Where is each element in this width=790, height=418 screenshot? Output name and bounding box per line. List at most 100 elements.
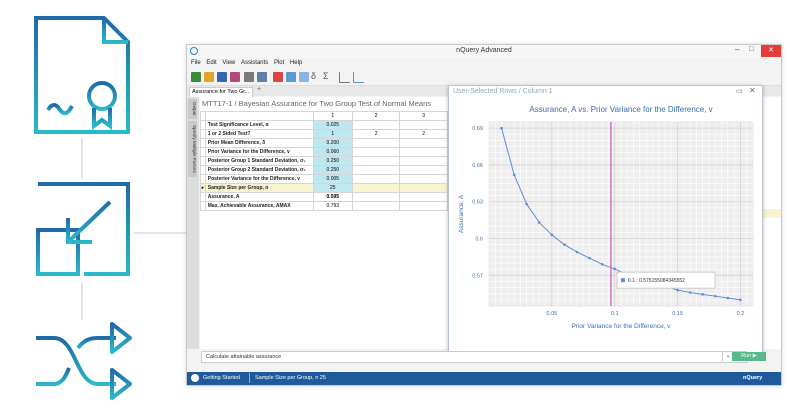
table-cell[interactable]: 0.250 bbox=[312, 156, 353, 166]
add-tab-button[interactable]: + bbox=[257, 86, 261, 93]
column-header[interactable]: 1 bbox=[312, 111, 353, 121]
line-chart-icon[interactable] bbox=[339, 72, 350, 83]
row-label: Posterior Variance for the Difference, v bbox=[204, 174, 314, 184]
maximize-button[interactable]: □ bbox=[749, 46, 753, 53]
table-cell[interactable]: 0.793 bbox=[312, 201, 353, 211]
table-row: Prior Mean Difference, δ 0.200 bbox=[200, 138, 448, 148]
table-cell[interactable] bbox=[399, 201, 448, 211]
data-point bbox=[600, 262, 604, 266]
title-bar: nQuery Advanced – □ ✕ bbox=[187, 45, 781, 58]
table-cell[interactable]: 0.595 bbox=[312, 192, 353, 202]
certificate-icon bbox=[32, 14, 132, 136]
table-cell[interactable]: 0.250 bbox=[312, 165, 353, 175]
status-bar: Getting Started Sample Size per Group, n… bbox=[187, 372, 781, 385]
y-tick-label: 0.57 bbox=[472, 273, 483, 279]
table-cell[interactable] bbox=[351, 120, 401, 130]
table-cell[interactable] bbox=[399, 120, 448, 130]
row-label: 1 or 2 Sided Test? bbox=[204, 129, 314, 139]
table-cell[interactable] bbox=[399, 156, 448, 166]
column-header[interactable]: 3 bbox=[399, 111, 448, 121]
command-input[interactable]: Calculate attainable assurance ⌄ bbox=[201, 351, 747, 363]
run-button[interactable]: Run ▶ bbox=[732, 352, 766, 361]
data-point bbox=[726, 296, 730, 300]
minimize-button[interactable]: – bbox=[735, 45, 739, 54]
table-row: Max. Achievable Assurance, AMAX 0.793 bbox=[200, 201, 448, 211]
table-cell[interactable]: 2 bbox=[351, 129, 401, 139]
table-cell[interactable] bbox=[399, 174, 448, 184]
table-row: Posterior Variance for the Difference, v… bbox=[200, 174, 448, 184]
plot-icon[interactable] bbox=[353, 72, 364, 83]
table-cell[interactable] bbox=[351, 138, 401, 148]
table-cell[interactable] bbox=[351, 156, 401, 166]
table-cell[interactable] bbox=[351, 174, 401, 184]
table-cell[interactable] bbox=[351, 147, 401, 157]
table-cell[interactable] bbox=[399, 192, 448, 202]
table-cell[interactable] bbox=[399, 165, 448, 175]
table-cell[interactable]: 0.005 bbox=[312, 174, 353, 184]
panel-title: User-Selected Rows / Column 1 bbox=[453, 88, 553, 95]
info-icon bbox=[191, 374, 199, 382]
table-cell[interactable]: 0.060 bbox=[312, 147, 353, 157]
column-header[interactable]: 2 bbox=[351, 111, 401, 121]
menu-file[interactable]: File bbox=[191, 60, 201, 66]
menu-plot[interactable]: Plot bbox=[274, 60, 284, 66]
input-table-area: MTT17-1 / Bayesian Assurance for Two Gro… bbox=[200, 97, 448, 349]
input-table: 1 2 3 Test Significance Level, α 0.025 1… bbox=[200, 111, 448, 211]
panel-restore-button[interactable]: ▭ bbox=[736, 87, 743, 95]
table-cell[interactable] bbox=[399, 183, 448, 193]
shuffle-icon bbox=[32, 320, 136, 410]
table-cell[interactable] bbox=[399, 147, 448, 157]
menu-help[interactable]: Help bbox=[290, 60, 302, 66]
tab-assurance[interactable]: Assurance for Two Gr... bbox=[189, 87, 253, 97]
table-cell[interactable] bbox=[351, 183, 401, 193]
y-tick-label: 0.66 bbox=[472, 163, 483, 169]
table-row: Posterior Group 2 Standard Deviation, σ₂… bbox=[200, 165, 448, 175]
table-cell[interactable]: 0.025 bbox=[312, 120, 353, 130]
sidebar-tab-output[interactable]: Output bbox=[188, 99, 197, 119]
row-label: Prior Mean Difference, δ bbox=[204, 138, 314, 148]
data-point bbox=[563, 243, 566, 246]
sidebar-tab-multiple-factors[interactable]: Specify Multiple Factors bbox=[188, 121, 197, 177]
table-cell[interactable]: 2 bbox=[399, 129, 448, 139]
table-row: Prior Variance for the Difference, v 0.0… bbox=[200, 147, 448, 157]
menu-view[interactable]: View bbox=[222, 60, 235, 66]
export-icon[interactable] bbox=[230, 72, 240, 82]
status-getting-started[interactable]: Getting Started bbox=[203, 375, 240, 381]
table-cell[interactable] bbox=[351, 192, 401, 202]
command-text: Calculate attainable assurance bbox=[206, 354, 282, 360]
table-row-selected: ▸ Sample Size per Group, n 25 bbox=[200, 183, 448, 193]
print-icon[interactable] bbox=[244, 72, 254, 82]
row-label: Prior Variance for the Difference, v bbox=[204, 147, 314, 157]
menu-assistants[interactable]: Assistants bbox=[241, 60, 268, 66]
table-icon[interactable] bbox=[286, 72, 296, 82]
app-window: nQuery Advanced – □ ✕ File Edit View Ass… bbox=[186, 44, 782, 386]
table-cell[interactable]: 0.200 bbox=[312, 138, 353, 148]
new-file-icon[interactable] bbox=[191, 72, 201, 82]
sigma-icon[interactable]: Σ bbox=[323, 71, 333, 81]
menu-edit[interactable]: Edit bbox=[206, 60, 216, 66]
delta-icon[interactable]: δ bbox=[311, 71, 321, 81]
table-edit-icon[interactable] bbox=[299, 72, 309, 82]
table-delete-icon[interactable] bbox=[273, 72, 283, 82]
open-folder-icon[interactable] bbox=[204, 72, 214, 82]
table-cell[interactable] bbox=[351, 165, 401, 175]
row-label: Test Significance Level, α bbox=[204, 120, 314, 130]
data-point bbox=[701, 293, 705, 296]
y-tick-label: 0.69 bbox=[472, 126, 483, 132]
x-axis-label: Prior Variance for the Difference, v bbox=[571, 323, 671, 330]
preview-icon[interactable] bbox=[257, 72, 267, 82]
chart-title: Assurance, A vs. Prior Variance for the … bbox=[529, 105, 712, 114]
table-cell[interactable] bbox=[399, 138, 448, 148]
menu-bar: File Edit View Assistants Plot Help bbox=[187, 58, 781, 69]
table-cell[interactable] bbox=[351, 201, 401, 211]
save-icon[interactable] bbox=[217, 72, 227, 82]
table-cell[interactable]: 1 bbox=[312, 129, 353, 139]
panel-close-button[interactable]: ✕ bbox=[749, 86, 756, 95]
side-panel-tabs: Output Specify Multiple Factors bbox=[187, 97, 199, 349]
data-point bbox=[575, 250, 579, 254]
window-title: nQuery Advanced bbox=[456, 47, 512, 54]
x-tick-label: 0.2 bbox=[737, 311, 745, 317]
close-button[interactable]: ✕ bbox=[761, 45, 781, 57]
table-cell[interactable]: 25 bbox=[312, 183, 353, 193]
tooltip-text: 0.1 : 0.575155084345552 bbox=[628, 278, 685, 284]
